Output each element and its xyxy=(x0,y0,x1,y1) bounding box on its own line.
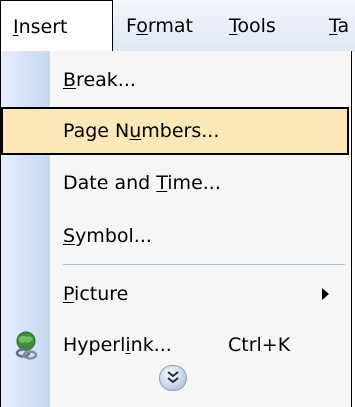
menu-item-picture[interactable]: Picture xyxy=(1,270,351,318)
menu-tools-label-post: ools xyxy=(237,15,276,37)
hyperlink-shortcut: Ctrl+K xyxy=(228,334,291,356)
menu-item-break[interactable]: Break... xyxy=(1,56,351,104)
menu-format-mnemonic: o xyxy=(136,15,148,37)
globe-chain-icon xyxy=(15,331,38,360)
menubar: Insert Format Tools Ta xyxy=(0,0,355,53)
menu-separator xyxy=(63,264,345,265)
menu-insert[interactable]: Insert xyxy=(0,0,113,53)
menu-item-date-and-time[interactable]: Date and Time... xyxy=(1,159,351,207)
menu-item-hyperlink-label: Hyperlink... xyxy=(63,334,172,356)
menu-format-label-pre: F xyxy=(126,15,137,37)
menu-item-break-label: Break... xyxy=(63,69,136,91)
menu-insert-label-post: nsert xyxy=(18,16,68,38)
menu-item-symbol[interactable]: Symbol... xyxy=(1,212,351,260)
menu-table[interactable]: Ta xyxy=(317,0,355,52)
menu-tools[interactable]: Tools xyxy=(217,0,317,52)
chevron-right-icon xyxy=(322,288,329,300)
menu-table-label-post: a xyxy=(337,15,350,37)
menu-item-page-numbers-label: Page Numbers... xyxy=(63,120,220,142)
expand-menu-button[interactable] xyxy=(159,365,187,391)
menu-item-symbol-label: Symbol... xyxy=(63,225,152,247)
menu-format-label-post: rmat xyxy=(147,15,193,37)
menu-item-date-and-time-label: Date and Time... xyxy=(63,172,221,194)
menu-item-hyperlink[interactable]: Hyperlink... Ctrl+K xyxy=(1,321,351,369)
double-chevron-down-icon xyxy=(167,371,179,384)
menu-item-picture-label: Picture xyxy=(63,283,129,305)
insert-dropdown-menu: Break... Page Numbers... Date and Time..… xyxy=(0,51,352,407)
menu-format[interactable]: Format xyxy=(114,0,217,52)
menu-item-page-numbers[interactable]: Page Numbers... xyxy=(1,107,349,155)
